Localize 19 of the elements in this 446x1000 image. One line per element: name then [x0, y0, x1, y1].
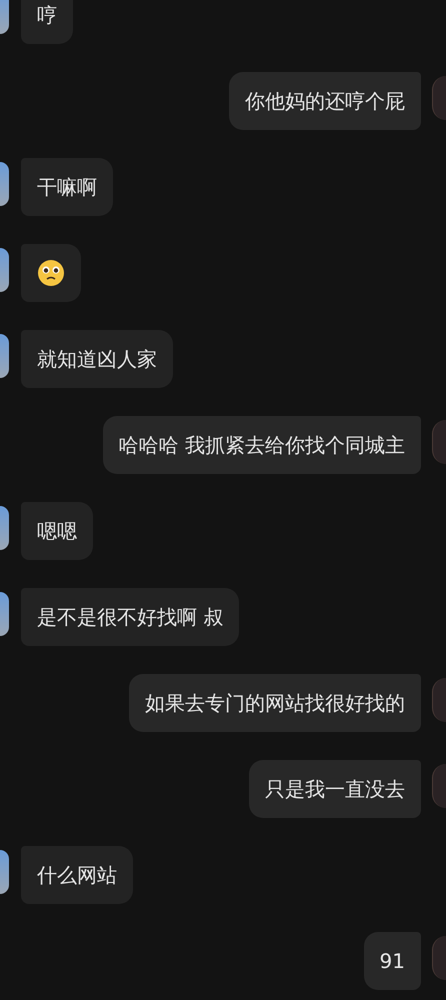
- message-bubble: 你他妈的还哼个屁: [229, 72, 421, 130]
- avatar-icon[interactable]: [0, 334, 9, 378]
- avatar-icon[interactable]: [0, 850, 9, 894]
- message-bubble: 干嘛啊: [21, 158, 113, 216]
- avatar-icon[interactable]: [0, 248, 9, 292]
- message-bubble: 是不是很不好找啊 叔: [21, 588, 240, 646]
- message-bubble: 只是我一直没去: [249, 760, 421, 818]
- pleading-face-icon: [37, 259, 65, 287]
- message-bubble: 就知道凶人家: [21, 330, 173, 388]
- message-bubble: 哼: [21, 0, 73, 44]
- avatar-icon[interactable]: [0, 0, 9, 34]
- message-bubble: 嗯嗯: [21, 502, 93, 560]
- avatar-icon[interactable]: [0, 506, 9, 550]
- avatar-icon[interactable]: [0, 592, 9, 636]
- message-bubble: 91: [364, 932, 421, 990]
- message-bubble: 如果去专门的网站找很好找的: [129, 674, 421, 732]
- message-bubble: 哈哈哈 我抓紧去给你找个同城主: [102, 416, 421, 474]
- avatar-icon[interactable]: [0, 162, 9, 206]
- message-bubble: 什么网站: [21, 846, 133, 904]
